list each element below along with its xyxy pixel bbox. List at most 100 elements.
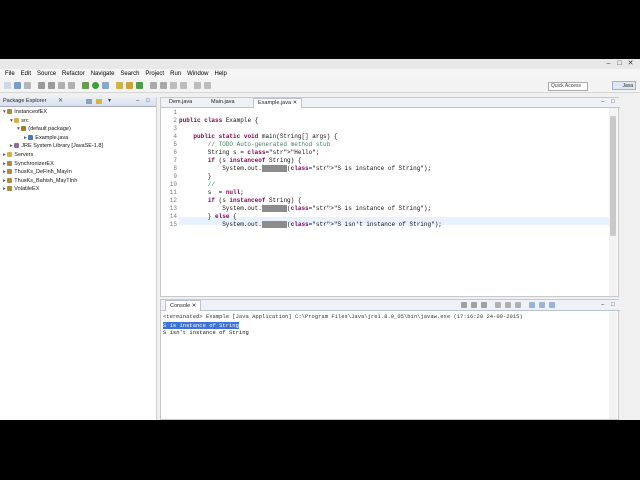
menu-project[interactable]: Project — [145, 71, 164, 77]
code-text: if (s instanceof String) { — [207, 157, 302, 164]
new-package-icon[interactable] — [126, 82, 133, 89]
code-line[interactable]: 10 // — [161, 181, 601, 189]
tree-item[interactable]: ▸ ThusKs_DeFinh_MayIn — [3, 168, 72, 176]
annotation-icon[interactable] — [170, 82, 177, 89]
console-title: Console — [170, 303, 191, 309]
link-editor-icon[interactable] — [96, 99, 102, 104]
code-line[interactable]: 3 — [161, 125, 601, 133]
new-icon[interactable] — [4, 82, 11, 89]
close-icon[interactable]: ✕ — [626, 60, 635, 67]
pin-console-icon[interactable] — [529, 302, 535, 308]
new-java-project-icon[interactable] — [116, 82, 123, 89]
new-class-icon[interactable] — [136, 82, 143, 89]
close-icon[interactable]: ✕ — [58, 97, 63, 106]
tab-main-java[interactable]: Main.java — [207, 98, 239, 107]
maximize-view-icon[interactable]: □ — [611, 301, 615, 309]
code-line[interactable]: 12 if (s instanceof String) { — [161, 197, 601, 205]
tree-item[interactable]: ▸ JRE System Library [JavaSE-1.8] — [10, 142, 103, 150]
code-line[interactable]: 11 s = null; — [161, 189, 601, 197]
menu-run[interactable]: Run — [170, 71, 181, 77]
terminate-icon[interactable] — [461, 302, 467, 308]
next-annotation-icon[interactable] — [180, 82, 187, 89]
tree-item[interactable]: ▾ src — [10, 117, 29, 125]
code-text: System.out.println(class="str">"S is ins… — [179, 205, 432, 212]
menu-edit[interactable]: Edit — [21, 71, 31, 77]
tab-dem-java[interactable]: Dem.java — [165, 98, 196, 107]
menu-refactor[interactable]: Refactor — [62, 71, 85, 77]
tree-item[interactable]: ▸ VolatileEX — [3, 185, 39, 193]
scroll-thumb[interactable] — [610, 116, 616, 236]
tree-item[interactable]: ▸ ThusKs_Bahish_MayTInh — [3, 177, 77, 185]
maximize-view-icon[interactable]: □ — [611, 99, 615, 106]
scroll-lock-icon[interactable] — [505, 302, 511, 308]
minimize-view-icon[interactable]: – — [601, 99, 604, 106]
clear-console-icon[interactable] — [495, 302, 501, 308]
step-icon[interactable] — [58, 82, 65, 89]
code-line[interactable]: 5 // TODO Auto-generated method stub — [161, 141, 601, 149]
display-console-icon[interactable] — [539, 302, 545, 308]
view-menu-icon[interactable]: ▾ — [108, 98, 111, 105]
maximize-icon[interactable]: □ — [615, 60, 624, 67]
menu-source[interactable]: Source — [37, 71, 56, 77]
main-toolbar — [0, 79, 640, 93]
java-perspective-button[interactable]: Java — [612, 81, 636, 90]
tab-example-java[interactable]: Example.java ✕ — [253, 98, 303, 108]
code-line[interactable]: 6 String s = class="str">"Hello"; — [161, 149, 601, 157]
console-tabbar: Console ✕ – □ — [161, 300, 620, 311]
menu-navigate[interactable]: Navigate — [91, 71, 115, 77]
minimize-icon[interactable]: – — [604, 60, 613, 67]
debug-run-icon[interactable] — [82, 82, 89, 89]
debug-icon[interactable] — [38, 82, 45, 89]
code-line[interactable]: 8 System.out.println(class="str">"S is i… — [161, 165, 601, 173]
word-wrap-icon[interactable] — [515, 302, 521, 308]
code-line[interactable]: 9 } — [161, 173, 601, 181]
quick-access-input[interactable]: Quick Access — [548, 82, 588, 91]
code-line[interactable]: 14 } else { — [161, 213, 601, 221]
code-line[interactable]: 13 System.out.println(class="str">"S is … — [161, 205, 601, 213]
code-line[interactable]: 7 if (s instanceof String) { — [161, 157, 601, 165]
print-icon[interactable] — [24, 82, 31, 89]
menu-window[interactable]: Window — [187, 71, 208, 77]
tree-item[interactable]: ▾ InstanceofEX — [3, 108, 47, 116]
menu-file[interactable]: File — [5, 71, 15, 77]
minimize-view-icon[interactable]: – — [601, 301, 604, 309]
tree-item[interactable]: ▸ Example.java — [24, 134, 68, 142]
minimize-view-icon[interactable]: – — [136, 98, 139, 105]
tree-item[interactable]: ▾ (default package) — [17, 125, 71, 133]
code-text: // — [179, 181, 216, 188]
skip-breakpoints-icon[interactable] — [48, 82, 55, 89]
code-line[interactable]: 4 public static void main(String[] args)… — [161, 133, 601, 141]
console-output-line[interactable]: S isn't instance of String — [163, 329, 249, 336]
remove-launch-icon[interactable] — [471, 302, 477, 308]
close-icon[interactable]: ✕ — [293, 100, 298, 106]
save-icon[interactable] — [14, 82, 21, 89]
maximize-view-icon[interactable]: □ — [146, 98, 150, 105]
open-type-icon[interactable] — [150, 82, 157, 89]
tree-item[interactable]: ▸ Servers — [3, 151, 33, 159]
editor-scrollbar[interactable] — [609, 108, 617, 296]
code-area[interactable]: 1 2 public class Example {3 4 public static… — [161, 109, 607, 295]
package-explorer: Package Explorer ✕ ▾ – □ ▾ InstanceofEX ▾… — [0, 97, 157, 420]
code-line[interactable]: 1 — [161, 109, 601, 117]
forward-icon[interactable] — [204, 82, 211, 89]
package-explorer-tab[interactable]: Package Explorer ✕ ▾ – □ — [0, 97, 156, 107]
close-icon[interactable]: ✕ — [192, 303, 197, 309]
run-icon[interactable] — [92, 82, 99, 89]
step-over-icon[interactable] — [68, 82, 75, 89]
back-icon[interactable] — [194, 82, 201, 89]
remove-all-icon[interactable] — [481, 302, 487, 308]
console-scrollbar[interactable] — [609, 312, 617, 419]
console-output-line[interactable]: S is instance of String — [163, 322, 239, 329]
tree-item[interactable]: ▸ SynchronizerEX — [3, 160, 54, 168]
menu-help[interactable]: Help — [214, 71, 226, 77]
menu-search[interactable]: Search — [120, 71, 139, 77]
code-line[interactable]: 2 public class Example { — [161, 117, 601, 125]
collapse-all-icon[interactable] — [86, 99, 92, 104]
search-icon[interactable] — [160, 82, 167, 89]
tab-console[interactable]: Console ✕ — [165, 300, 202, 311]
line-number: 12 — [169, 197, 177, 204]
external-tools-icon[interactable] — [102, 82, 109, 89]
code-line[interactable]: 15 System.out.println(class="str">"S isn… — [161, 221, 601, 229]
tree-item-label: JRE System Library [JavaSE-1.8] — [21, 143, 103, 150]
open-console-icon[interactable] — [549, 302, 555, 308]
